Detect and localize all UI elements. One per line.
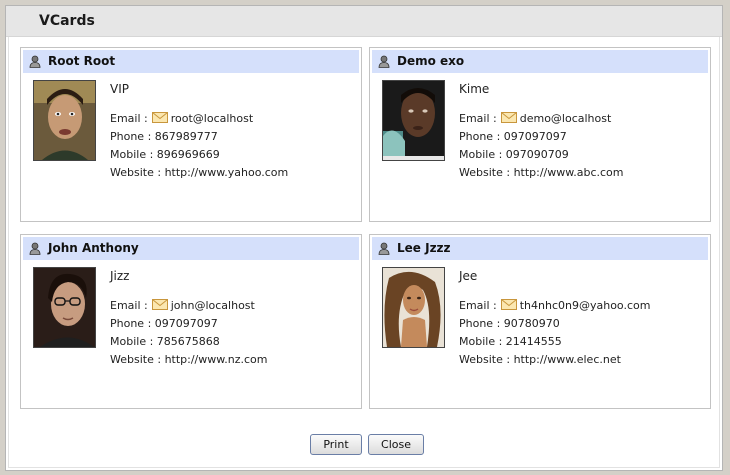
email-row: Email : root@localhost bbox=[110, 110, 355, 128]
phone-row: Phone : 867989777 bbox=[110, 128, 355, 146]
email-label: Email : bbox=[110, 112, 148, 125]
email-row: Email : demo@localhost bbox=[459, 110, 704, 128]
card-name: Root Root bbox=[48, 54, 116, 68]
mobile-label: Mobile : bbox=[459, 148, 503, 161]
website-label: Website : bbox=[459, 353, 511, 366]
card-header: Root Root bbox=[23, 50, 359, 73]
mobile-row: Mobile : 785675868 bbox=[110, 333, 355, 351]
user-icon bbox=[378, 242, 390, 255]
vcard-demo-exo: Demo exo Kime Email : demo@localhost Phon… bbox=[369, 47, 711, 222]
website-row: Website : http://www.abc.com bbox=[459, 164, 704, 182]
website-label: Website : bbox=[110, 353, 162, 366]
phone-label: Phone : bbox=[459, 317, 501, 330]
contact-nickname: VIP bbox=[110, 82, 129, 96]
phone-value: 097097097 bbox=[503, 130, 567, 143]
card-header: John Anthony bbox=[23, 237, 359, 260]
card-name: Lee Jzzz bbox=[397, 241, 451, 255]
email-row: Email : john@localhost bbox=[110, 297, 355, 315]
phone-value: 097097097 bbox=[154, 317, 218, 330]
user-icon bbox=[29, 55, 41, 68]
card-name: Demo exo bbox=[397, 54, 465, 68]
website-link[interactable]: http://www.elec.net bbox=[514, 353, 621, 366]
contact-photo bbox=[382, 80, 445, 161]
email-row: Email : th4nhc0n9@yahoo.com bbox=[459, 297, 704, 315]
vcards-dialog: VCards Root Root VIP Email: root@localh… bbox=[5, 5, 723, 471]
email-label: Email : bbox=[459, 112, 497, 125]
mail-icon bbox=[500, 112, 517, 123]
contact-photo bbox=[33, 267, 96, 348]
mobile-row: Mobile : 097090709 bbox=[459, 146, 704, 164]
mobile-label: Mobile : bbox=[459, 335, 503, 348]
website-row: Website : http://www.nz.com bbox=[110, 351, 355, 369]
contact-photo bbox=[33, 80, 96, 161]
email-link[interactable]: john@localhost bbox=[171, 299, 255, 312]
email-label: Email : bbox=[459, 299, 497, 312]
mail-icon bbox=[151, 112, 168, 123]
phone-label: Phone : bbox=[459, 130, 501, 143]
email-link[interactable]: root@localhost bbox=[171, 112, 253, 125]
contact-info: VIP Email : root@localhost Phone : 867989… bbox=[110, 82, 355, 182]
website-row: Website : http://www.elec.net bbox=[459, 351, 704, 369]
contact-info: Jizz Email : john@localhost Phone : 09709… bbox=[110, 269, 355, 369]
phone-row: Phone : 90780970 bbox=[459, 315, 704, 333]
mobile-value: 21414555 bbox=[505, 335, 562, 348]
vcard-root-root: Root Root VIP Email : root@localhost Phon… bbox=[20, 47, 362, 222]
close-button[interactable]: Close bbox=[368, 434, 424, 455]
contact-nickname: Jee bbox=[459, 269, 478, 283]
website-link[interactable]: http://www.abc.com bbox=[514, 166, 624, 179]
website-label: Website : bbox=[459, 166, 511, 179]
mobile-label: Mobile : bbox=[110, 148, 154, 161]
contact-nickname: Kime bbox=[459, 82, 490, 96]
phone-label: Phone : bbox=[110, 130, 152, 143]
mobile-label: Mobile : bbox=[110, 335, 154, 348]
phone-value: 90780970 bbox=[503, 317, 560, 330]
card-header: Lee Jzzz bbox=[372, 237, 708, 260]
email-link[interactable]: demo@localhost bbox=[520, 112, 612, 125]
print-button[interactable]: Print bbox=[310, 434, 362, 455]
mail-icon bbox=[500, 299, 517, 310]
card-header: Demo exo bbox=[372, 50, 708, 73]
mobile-row: Mobile : 896969669 bbox=[110, 146, 355, 164]
mobile-value: 097090709 bbox=[505, 148, 569, 161]
user-icon bbox=[378, 55, 390, 68]
vcard-john-anthony: John Anthony Jizz Email : john@localhost … bbox=[20, 234, 362, 409]
mail-icon bbox=[151, 299, 168, 310]
email-label: Email : bbox=[110, 299, 148, 312]
user-icon bbox=[29, 242, 41, 255]
email-link[interactable]: th4nhc0n9@yahoo.com bbox=[520, 299, 651, 312]
phone-label: Phone : bbox=[110, 317, 152, 330]
website-row: Website : http://www.yahoo.com bbox=[110, 164, 355, 182]
phone-value: 867989777 bbox=[154, 130, 218, 143]
mobile-value: 785675868 bbox=[156, 335, 220, 348]
website-label: Website : bbox=[110, 166, 162, 179]
dialog-title: VCards bbox=[39, 13, 95, 29]
contact-info: Kime Email : demo@localhost Phone : 09709… bbox=[459, 82, 704, 182]
title-bar: VCards bbox=[6, 6, 722, 37]
website-link[interactable]: http://www.yahoo.com bbox=[165, 166, 289, 179]
website-link[interactable]: http://www.nz.com bbox=[165, 353, 268, 366]
contact-photo bbox=[382, 267, 445, 348]
contact-nickname: Jizz bbox=[110, 269, 130, 283]
card-name: John Anthony bbox=[48, 241, 139, 255]
contact-info: Jee Email : th4nhc0n9@yahoo.com Phone : 9… bbox=[459, 269, 704, 369]
vcard-lee-jzzz: Lee Jzzz Jee Email : th4nhc0n9@yahoo.com … bbox=[369, 234, 711, 409]
phone-row: Phone : 097097097 bbox=[110, 315, 355, 333]
phone-row: Phone : 097097097 bbox=[459, 128, 704, 146]
mobile-value: 896969669 bbox=[156, 148, 220, 161]
mobile-row: Mobile : 21414555 bbox=[459, 333, 704, 351]
